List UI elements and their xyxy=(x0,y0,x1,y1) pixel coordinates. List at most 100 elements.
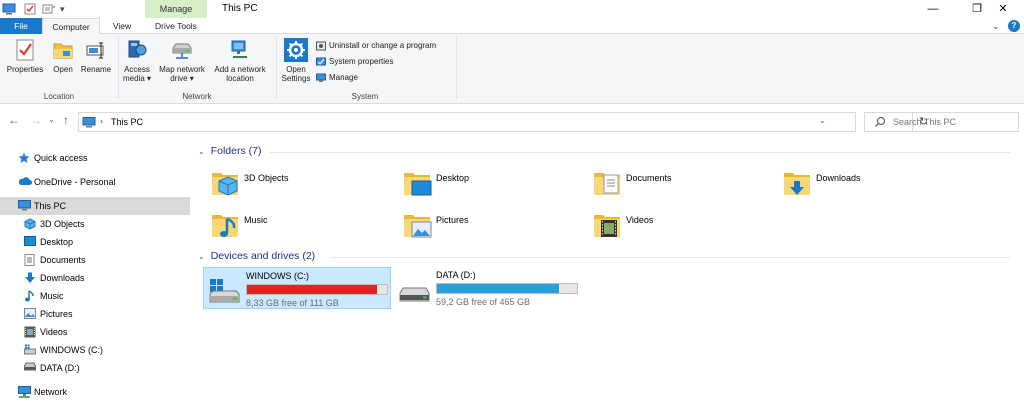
star-icon xyxy=(18,152,30,163)
uninstall-icon xyxy=(316,41,326,51)
folder-label: Pictures xyxy=(436,215,469,225)
folders-section-header[interactable]: ⌄ Folders (7) xyxy=(198,145,261,157)
navigation-pane: Quick access OneDrive - Personal This PC… xyxy=(0,135,190,403)
map-network-drive-button[interactable]: Map network drive ▾ xyxy=(155,38,209,83)
breadcrumb-separator[interactable]: › xyxy=(100,116,103,126)
help-icon[interactable]: ? xyxy=(1008,20,1020,32)
nav-music[interactable]: Music xyxy=(0,287,190,305)
documents-icon xyxy=(24,254,35,266)
content-pane: ⌄ Folders (7) 3D Objects Desktop Document… xyxy=(194,135,1024,403)
nav-data-drive[interactable]: DATA (D:) xyxy=(0,359,190,377)
rename-button[interactable]: Rename xyxy=(80,38,112,74)
location-group-label: Location xyxy=(43,92,75,101)
nav-this-pc[interactable]: This PC xyxy=(0,197,190,215)
cube-icon xyxy=(24,218,36,230)
uninstall-program-button[interactable]: Uninstall or change a program xyxy=(316,40,436,52)
chevron-down-icon: ⌄ xyxy=(198,147,205,156)
ribbon-separator xyxy=(118,37,119,99)
add-network-location-button[interactable]: Add a network location xyxy=(210,38,270,83)
access-media-label-2: media ▾ xyxy=(122,74,152,83)
ribbon-collapse-icon[interactable]: ⌄ xyxy=(992,18,1000,34)
properties-qa-icon[interactable] xyxy=(24,3,36,15)
open-button[interactable]: Open xyxy=(50,38,76,74)
recent-locations-button[interactable]: ⌄ xyxy=(48,115,55,124)
system-group-label: System xyxy=(351,92,379,101)
close-button[interactable]: ✕ xyxy=(980,0,1024,18)
properties-button[interactable]: Properties xyxy=(4,38,46,74)
folder-label: Desktop xyxy=(436,173,470,183)
folder-item-documents[interactable]: Documents xyxy=(592,167,772,207)
nav-downloads[interactable]: Downloads xyxy=(0,269,190,287)
qa-customize-dropdown[interactable]: ▾ xyxy=(60,3,70,15)
ribbon-separator xyxy=(276,37,277,99)
folder-item-videos[interactable]: Videos xyxy=(592,209,772,249)
videos-icon xyxy=(24,326,36,338)
nav-quick-access[interactable]: Quick access xyxy=(0,149,190,167)
manage-tab-group-label: Manage xyxy=(145,0,207,18)
nav-documents[interactable]: Documents xyxy=(0,251,190,269)
access-media-button[interactable]: Access media ▾ xyxy=(121,38,153,83)
nav-3d-objects[interactable]: 3D Objects xyxy=(0,215,190,233)
nav-label: Network xyxy=(34,387,68,397)
folder-label: Documents xyxy=(626,173,672,183)
tab-computer[interactable]: Computer xyxy=(42,18,100,35)
download-arrow-icon xyxy=(25,272,35,283)
minimize-button[interactable]: — xyxy=(910,0,956,18)
search-box[interactable] xyxy=(864,112,1019,132)
desktop-icon xyxy=(24,236,36,246)
open-settings-label-2: Settings xyxy=(281,74,311,83)
system-properties-button[interactable]: System properties xyxy=(316,56,393,68)
search-icon xyxy=(875,116,886,127)
open-settings-button[interactable]: Open Settings xyxy=(278,38,314,83)
tab-file[interactable]: File xyxy=(0,18,42,34)
drive-item-data-d[interactable]: DATA (D:) 59,2 GB free of 465 GB xyxy=(394,267,582,309)
folder-item-3d-objects[interactable]: 3D Objects xyxy=(210,167,390,207)
window-title: This PC xyxy=(222,3,258,14)
settings-gear-icon xyxy=(284,38,308,62)
back-button[interactable]: ← xyxy=(8,113,20,127)
nav-videos[interactable]: Videos xyxy=(0,323,190,341)
folder-pictures-icon xyxy=(404,215,432,238)
manage-icon xyxy=(316,73,326,82)
folder-item-music[interactable]: Music xyxy=(210,209,390,249)
breadcrumb-this-pc[interactable]: This PC xyxy=(111,117,143,127)
open-label: Open xyxy=(53,65,73,74)
folder-label: Videos xyxy=(626,215,654,225)
music-note-icon xyxy=(25,290,34,302)
folder-item-downloads[interactable]: Downloads xyxy=(782,167,962,207)
new-folder-qa-icon[interactable] xyxy=(42,3,56,15)
up-button[interactable]: ↑ xyxy=(63,113,69,127)
nav-pictures[interactable]: Pictures xyxy=(0,305,190,323)
access-media-label-1: Access xyxy=(124,65,150,74)
search-input[interactable] xyxy=(893,114,1013,130)
nav-label: Desktop xyxy=(40,237,74,247)
nav-onedrive[interactable]: OneDrive - Personal xyxy=(0,173,190,191)
access-media-icon xyxy=(128,40,147,58)
open-settings-label-1: Open xyxy=(286,65,306,74)
drive-item-windows-c[interactable]: WINDOWS (C:) 8,33 GB free of 111 GB xyxy=(203,267,391,309)
nav-label: WINDOWS (C:) xyxy=(40,345,103,355)
tab-view[interactable]: View xyxy=(104,18,140,34)
nav-label: Pictures xyxy=(40,309,73,319)
tab-drive-tools[interactable]: Drive Tools xyxy=(145,18,207,34)
nav-label: DATA (D:) xyxy=(40,363,80,373)
manage-label: Manage xyxy=(329,73,358,82)
network-group-label: Network xyxy=(182,92,212,101)
manage-button[interactable]: Manage xyxy=(316,72,358,84)
folder-item-desktop[interactable]: Desktop xyxy=(402,167,582,207)
nav-windows-drive[interactable]: WINDOWS (C:) xyxy=(0,341,190,359)
address-bar[interactable]: › This PC ⌄ ↻ xyxy=(78,112,928,132)
this-pc-icon[interactable] xyxy=(2,3,16,15)
address-dropdown-icon[interactable]: ⌄ xyxy=(819,116,826,125)
ribbon-tabs: File Computer View Drive Tools ⌄ ? xyxy=(0,18,1024,35)
forward-button[interactable]: → xyxy=(30,113,42,127)
network-icon xyxy=(18,386,31,398)
drives-section-header[interactable]: ⌄ Devices and drives (2) xyxy=(198,250,315,262)
pc-icon xyxy=(82,117,96,128)
nav-network[interactable]: Network xyxy=(0,383,190,401)
uninstall-label: Uninstall or change a program xyxy=(329,41,437,50)
network-location-label-1: Add a network xyxy=(214,65,266,74)
nav-desktop[interactable]: Desktop xyxy=(0,233,190,251)
windows-drive-icon xyxy=(209,279,240,303)
folder-item-pictures[interactable]: Pictures xyxy=(402,209,582,249)
